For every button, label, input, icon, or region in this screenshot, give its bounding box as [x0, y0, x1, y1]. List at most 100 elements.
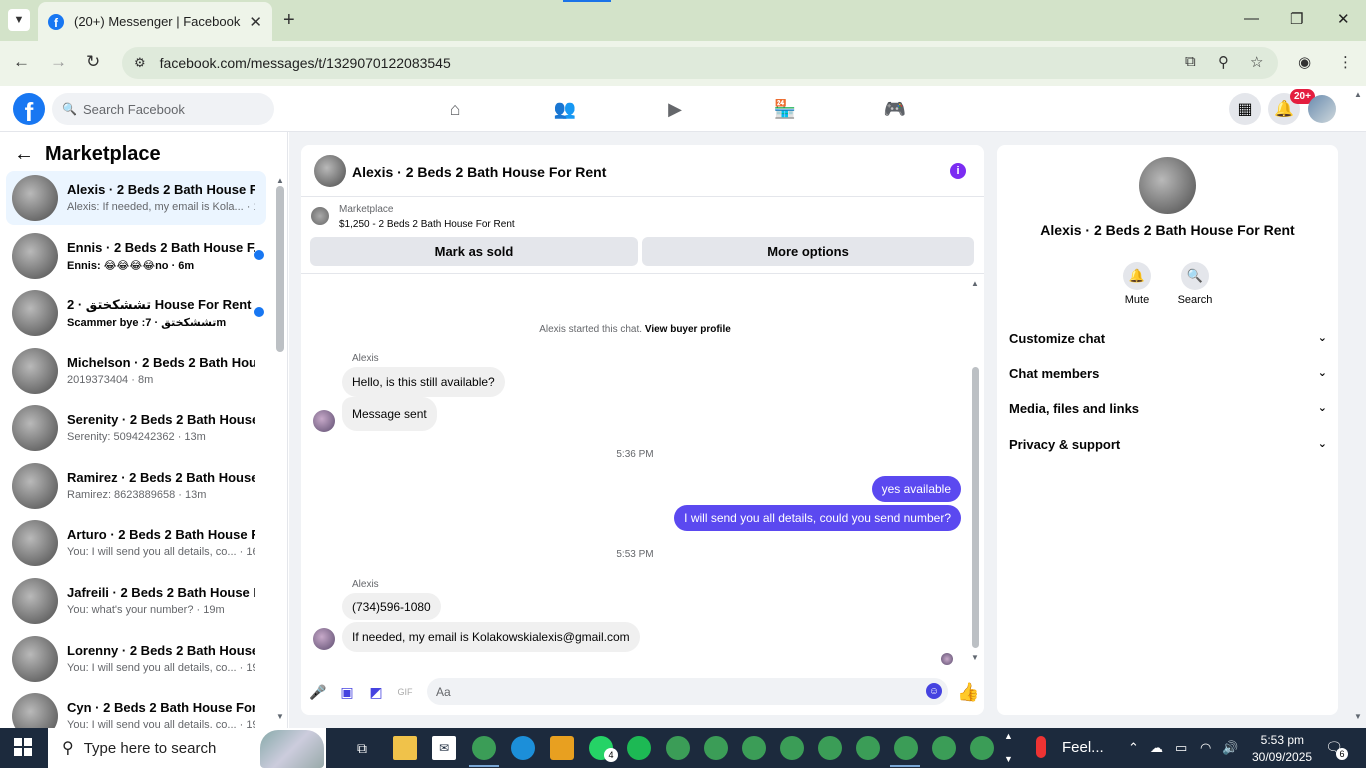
- gif-icon[interactable]: GIF: [396, 683, 414, 701]
- chrome-profile-icon[interactable]: [818, 736, 842, 760]
- listing-item[interactable]: $1,250 - 2 Beds 2 Bath House For Rent: [339, 219, 515, 230]
- scroll-up-icon[interactable]: ▲: [276, 176, 284, 185]
- onedrive-icon[interactable]: ☁: [1150, 740, 1163, 756]
- restore-icon[interactable]: ❐: [1290, 10, 1303, 28]
- facebook-logo[interactable]: f: [13, 93, 45, 125]
- gaming-icon[interactable]: 🎮: [884, 98, 906, 120]
- account-avatar[interactable]: [1308, 95, 1336, 123]
- scroll-down-icon[interactable]: ▼: [1354, 712, 1362, 721]
- install-app-icon[interactable]: ⧉: [1185, 53, 1196, 70]
- close-tab-icon[interactable]: ✕: [249, 13, 262, 31]
- chat-members-row[interactable]: Chat members ⌄: [1009, 366, 1327, 381]
- url-text[interactable]: facebook.com/messages/t/1329070122083545: [160, 55, 451, 71]
- taskbar-clock[interactable]: 5:53 pm 30/09/2025: [1252, 732, 1312, 766]
- weather-widget[interactable]: Feel...: [1036, 736, 1104, 758]
- zoom-icon[interactable]: ⚲: [1218, 53, 1229, 71]
- chat-title[interactable]: Alexis · 2 Beds 2 Bath House For Rent: [352, 164, 606, 180]
- thumbs-up-icon[interactable]: 👍: [957, 682, 979, 703]
- scroll-up-icon[interactable]: ▲: [971, 279, 979, 288]
- mail-icon[interactable]: ✉: [432, 736, 456, 760]
- search-highlight-image[interactable]: [260, 730, 324, 768]
- conversation-item[interactable]: تششكختق · 2 House For Rent ... Scammer by…: [6, 286, 266, 340]
- menu-icon[interactable]: ⋮: [1338, 53, 1353, 71]
- microphone-icon[interactable]: 🎤: [309, 683, 327, 701]
- conversation-item[interactable]: Lorenny · 2 Beds 2 Bath House ... You: I …: [6, 632, 266, 686]
- listing-thumbnail[interactable]: [311, 207, 329, 225]
- profile-icon[interactable]: ◉: [1298, 53, 1311, 71]
- conversation-item[interactable]: Arturo · 2 Beds 2 Bath House Fo... You: I…: [6, 516, 266, 570]
- contact-avatar[interactable]: [1139, 157, 1196, 214]
- menu-grid-icon[interactable]: ▦: [1229, 93, 1261, 125]
- tray-chevron-icon[interactable]: ⌃: [1128, 740, 1139, 756]
- wifi-icon[interactable]: ◠: [1200, 740, 1211, 756]
- search-icon[interactable]: 🔍: [1181, 262, 1209, 290]
- facebook-search-input[interactable]: 🔍 Search Facebook: [52, 93, 274, 125]
- windows-start-icon[interactable]: [14, 738, 32, 756]
- video-icon[interactable]: ▶: [664, 98, 686, 120]
- task-view-icon[interactable]: ⧉: [350, 736, 374, 760]
- volume-icon[interactable]: 🔊: [1222, 740, 1238, 756]
- back-arrow-icon[interactable]: ←: [14, 143, 34, 166]
- conversation-item[interactable]: Michelson · 2 Beds 2 Bath Hous... 2019373…: [6, 344, 266, 398]
- conversation-item[interactable]: Serenity · 2 Beds 2 Bath House ... Sereni…: [6, 401, 266, 455]
- mute-bell-icon[interactable]: 🔔: [1123, 262, 1151, 290]
- message-bubble-incoming[interactable]: If needed, my email is Kolakowskialexis@…: [342, 622, 640, 652]
- mark-as-sold-button[interactable]: Mark as sold: [310, 237, 638, 266]
- chrome-profile-icon[interactable]: [932, 736, 956, 760]
- battery-icon[interactable]: ▭: [1175, 740, 1187, 756]
- site-info-icon[interactable]: ⚙: [134, 55, 146, 71]
- chrome-profile-icon[interactable]: [894, 736, 918, 760]
- message-bubble-outgoing[interactable]: I will send you all details, could you s…: [674, 505, 961, 531]
- scroll-down-icon[interactable]: ▼: [971, 653, 979, 662]
- reload-icon[interactable]: ↻: [86, 52, 100, 72]
- info-icon[interactable]: i: [950, 163, 966, 179]
- chat-avatar[interactable]: [314, 155, 346, 187]
- photo-icon[interactable]: ▣: [338, 683, 356, 701]
- store-icon[interactable]: [550, 736, 574, 760]
- bookmark-star-icon[interactable]: ☆: [1250, 53, 1263, 71]
- customize-chat-row[interactable]: Customize chat ⌄: [1009, 331, 1327, 346]
- home-icon[interactable]: ⌂: [444, 98, 466, 120]
- message-bubble-incoming[interactable]: (734)596-1080: [342, 593, 441, 620]
- chrome-icon[interactable]: [472, 736, 496, 760]
- edge-icon[interactable]: [511, 736, 535, 760]
- chrome-profile-icon[interactable]: [704, 736, 728, 760]
- file-explorer-icon[interactable]: [393, 736, 417, 760]
- marketplace-icon[interactable]: 🏪: [774, 98, 796, 120]
- chrome-profile-icon[interactable]: [666, 736, 690, 760]
- chrome-profile-icon[interactable]: [970, 736, 994, 760]
- chrome-profile-icon[interactable]: [780, 736, 804, 760]
- sticker-icon[interactable]: ◩: [367, 683, 385, 701]
- taskbar-scroll-down-icon[interactable]: ▼: [1004, 754, 1013, 764]
- list-scrollbar[interactable]: [276, 186, 284, 352]
- taskbar-scroll-up-icon[interactable]: ▲: [1004, 731, 1013, 741]
- minimize-icon[interactable]: —: [1244, 10, 1259, 27]
- omnibox[interactable]: ⚙ facebook.com/messages/t/13290701220835…: [122, 47, 1278, 79]
- sender-avatar[interactable]: [313, 628, 335, 650]
- conversation-item[interactable]: Ramirez · 2 Beds 2 Bath House ... Ramirez…: [6, 459, 266, 513]
- view-buyer-profile-link[interactable]: View buyer profile: [645, 324, 731, 335]
- scroll-down-icon[interactable]: ▼: [276, 712, 284, 721]
- forward-icon[interactable]: →: [50, 52, 67, 72]
- more-options-button[interactable]: More options: [642, 237, 974, 266]
- privacy-support-row[interactable]: Privacy & support ⌄: [1009, 437, 1327, 452]
- tab-search-button[interactable]: ▼: [8, 9, 30, 31]
- conversation-item[interactable]: Alexis · 2 Beds 2 Bath House Fo... Alexis…: [6, 171, 266, 225]
- chrome-profile-icon[interactable]: [742, 736, 766, 760]
- message-input[interactable]: Aa: [427, 678, 948, 705]
- message-bubble-incoming[interactable]: Hello, is this still available?: [342, 367, 505, 397]
- message-bubble-incoming[interactable]: Message sent: [342, 397, 437, 431]
- browser-tab[interactable]: f (20+) Messenger | Facebook ✕: [38, 2, 272, 41]
- back-icon[interactable]: ←: [13, 52, 30, 72]
- new-tab-button[interactable]: +: [283, 9, 295, 32]
- chrome-profile-icon[interactable]: [856, 736, 880, 760]
- conversation-item[interactable]: Jafreili · 2 Beds 2 Bath House Fo... You:…: [6, 574, 266, 628]
- chat-scrollbar[interactable]: [972, 367, 979, 648]
- friends-icon[interactable]: 👥: [554, 98, 576, 120]
- message-bubble-outgoing[interactable]: yes available: [871, 476, 961, 502]
- close-window-icon[interactable]: ✕: [1337, 10, 1350, 28]
- spotify-icon[interactable]: [627, 736, 651, 760]
- scroll-up-icon[interactable]: ▲: [1354, 90, 1362, 99]
- media-files-links-row[interactable]: Media, files and links ⌄: [1009, 401, 1327, 416]
- conversation-item[interactable]: Ennis · 2 Beds 2 Bath House F... Ennis: 😂…: [6, 229, 266, 283]
